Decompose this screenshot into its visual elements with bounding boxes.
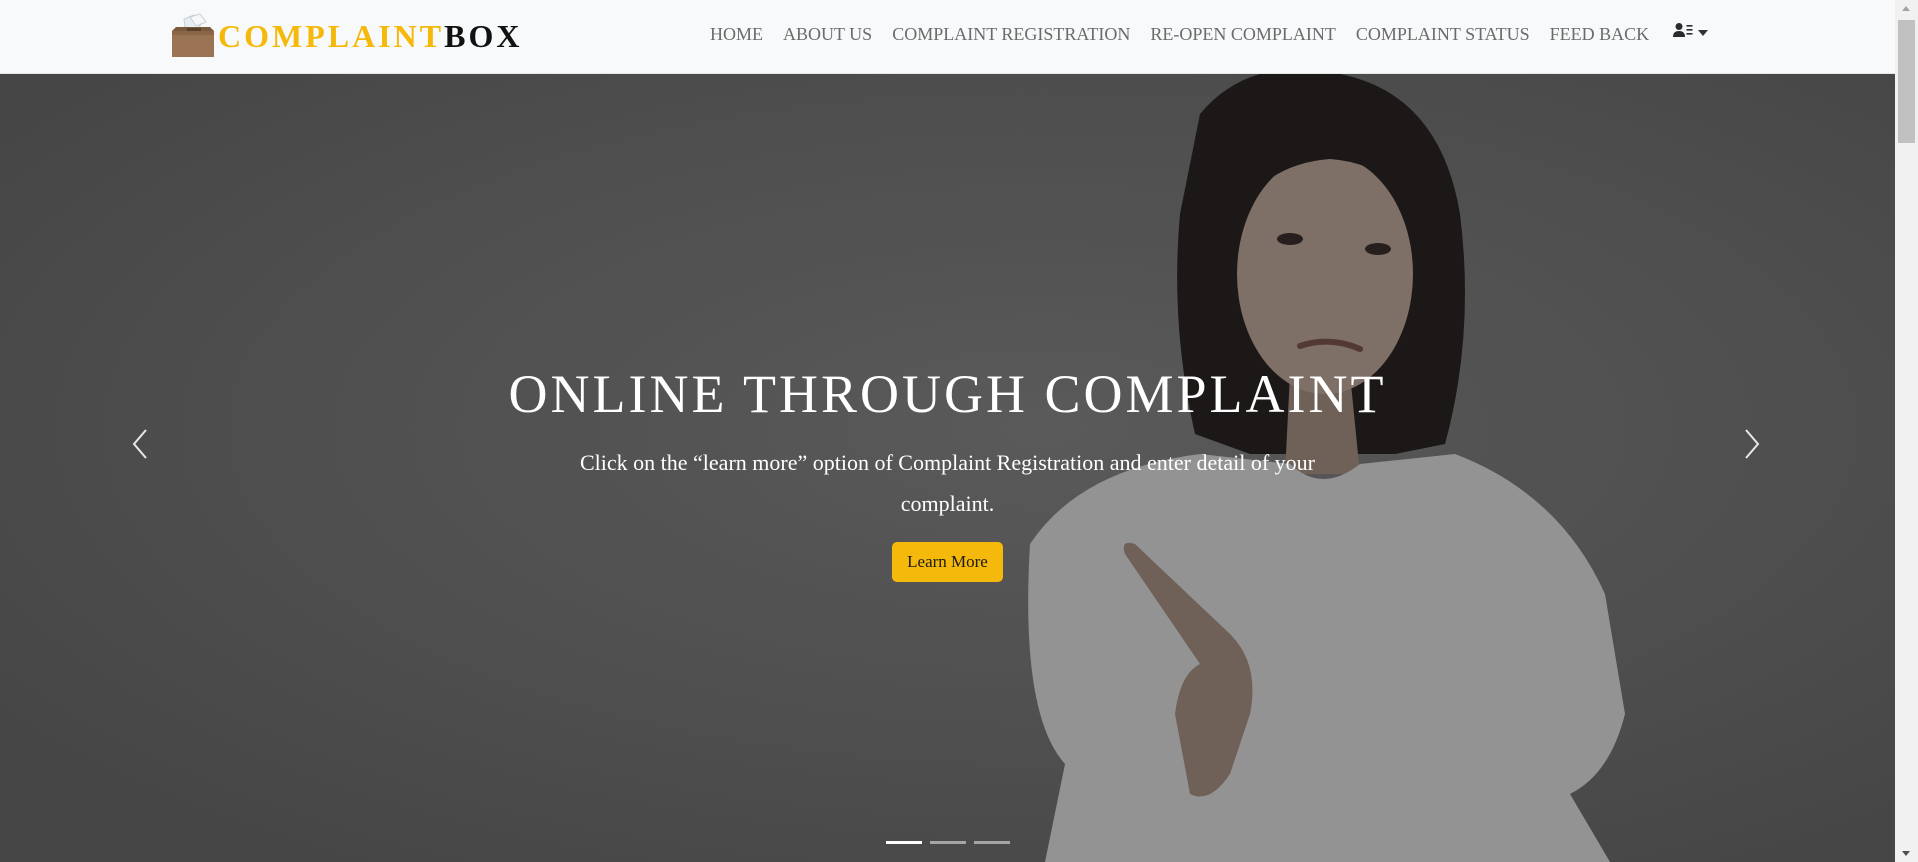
nav-complaint-registration[interactable]: COMPLAINT REGISTRATION (892, 24, 1130, 45)
chevron-left-icon (132, 429, 147, 459)
user-menu-dropdown[interactable] (1673, 22, 1709, 43)
carousel-indicator-1[interactable] (886, 841, 922, 844)
hero-carousel: ONLINE THROUGH COMPLAINT Click on the “l… (0, 74, 1895, 862)
hero-caption: ONLINE THROUGH COMPLAINT Click on the “l… (0, 364, 1895, 582)
carousel-next-button[interactable] (1732, 414, 1772, 474)
carousel-indicator-3[interactable] (974, 841, 1010, 844)
chevron-down-icon (1698, 29, 1709, 36)
learn-more-button[interactable]: Learn More (892, 542, 1003, 582)
user-list-icon (1673, 22, 1693, 43)
carousel-prev-button[interactable] (120, 414, 160, 474)
ballot-box-icon (170, 13, 216, 59)
nav-re-open-complaint[interactable]: RE-OPEN COMPLAINT (1150, 24, 1336, 45)
hero-description: Click on the “learn more” option of Comp… (580, 450, 1315, 516)
brand-word-complaint: COMPLAINT (218, 17, 445, 54)
page-scrollbar[interactable] (1895, 0, 1918, 862)
scroll-up-arrow-icon[interactable] (1902, 6, 1910, 11)
scroll-down-arrow-icon[interactable] (1902, 851, 1910, 856)
nav-feed-back[interactable]: FEED BACK (1550, 24, 1650, 45)
scrollbar-thumb[interactable] (1898, 20, 1915, 143)
nav-about-us[interactable]: ABOUT US (783, 24, 872, 45)
chevron-right-icon (1745, 429, 1760, 459)
carousel-indicator-2[interactable] (930, 841, 966, 844)
main-nav: HOME ABOUT US COMPLAINT REGISTRATION RE-… (710, 22, 1709, 45)
hero-title: ONLINE THROUGH COMPLAINT (508, 364, 1387, 424)
nav-home[interactable]: HOME (710, 24, 763, 45)
carousel-indicators (886, 841, 1018, 844)
navbar: COMPLAINTBOX HOME ABOUT US COMPLAINT REG… (0, 0, 1895, 74)
nav-complaint-status[interactable]: COMPLAINT STATUS (1356, 24, 1530, 45)
brand-logo[interactable]: COMPLAINTBOX (170, 12, 522, 60)
brand-word-box: BOX (444, 17, 523, 54)
brand-name: COMPLAINTBOX (218, 18, 522, 55)
